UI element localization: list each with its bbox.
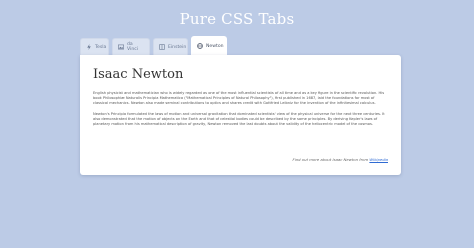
tab-newton[interactable]: Newton <box>191 36 227 55</box>
tab-label: Tesla <box>95 44 107 50</box>
panel-heading: Isaac Newton <box>93 67 184 82</box>
book-icon <box>159 44 165 50</box>
tab-einstein[interactable]: Einstein <box>153 38 188 55</box>
wikipedia-link[interactable]: Wikipedia <box>369 157 388 162</box>
tab-label: Newton <box>206 43 224 49</box>
tab-label: Einstein <box>168 44 187 50</box>
tab-da-vinci[interactable]: da Vinci <box>112 38 150 55</box>
footnote: Find out more about Isaac Newton from Wi… <box>293 157 388 162</box>
tab-label: da Vinci <box>127 42 139 52</box>
paragraph: English physicist and mathematician who … <box>93 91 385 106</box>
paragraph: Newton's Principia formulated the laws o… <box>93 111 385 127</box>
tab-tesla[interactable]: Tesla <box>80 38 109 55</box>
globe-icon <box>197 43 203 49</box>
picture-icon <box>118 44 124 50</box>
tab-bar: Tesla da Vinci Einstein Newton <box>80 36 227 55</box>
tab-panel: Isaac Newton English physicist and mathe… <box>80 55 401 175</box>
footnote-text: Find out more about Isaac Newton from <box>292 157 369 162</box>
bolt-icon <box>87 44 91 50</box>
page-title: Pure CSS Tabs <box>179 10 295 28</box>
